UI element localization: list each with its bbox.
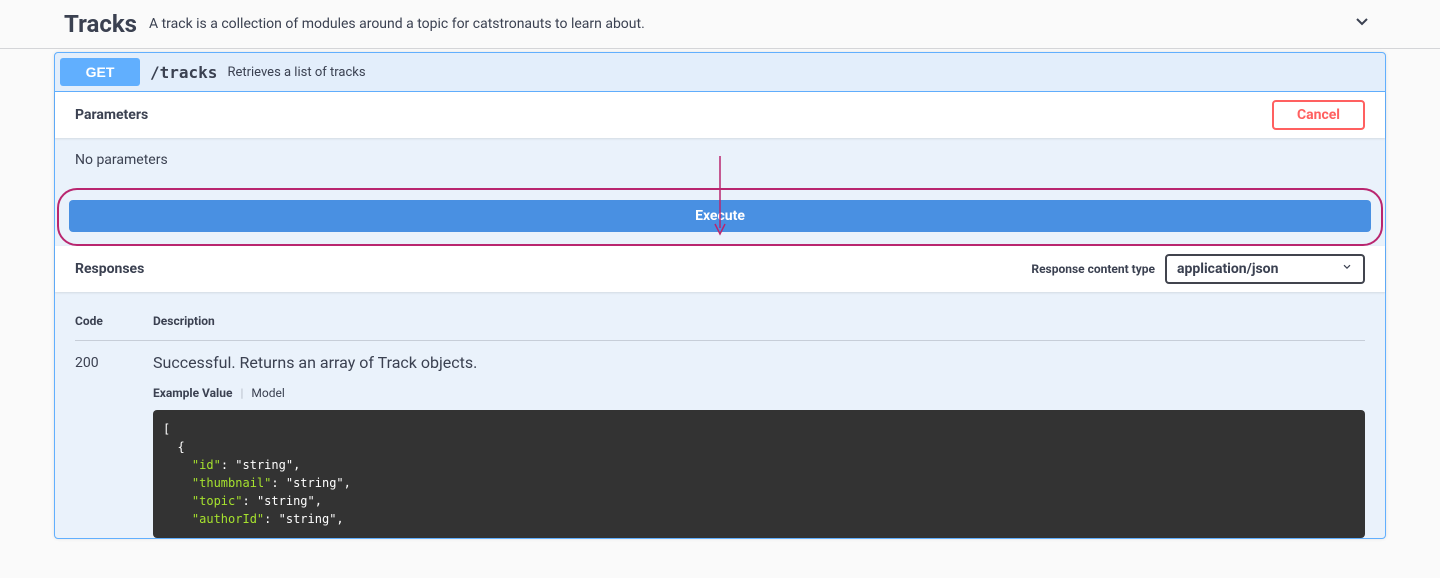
operation-summary: Retrieves a list of tracks xyxy=(227,65,365,80)
parameters-header: Parameters Cancel xyxy=(55,92,1385,138)
responses-table: Code Description 200 Successful. Returns… xyxy=(55,292,1385,538)
content-type-label: Response content type xyxy=(1031,262,1155,276)
no-parameters-text: No parameters xyxy=(55,138,1385,188)
content-type-value: application/json xyxy=(1177,261,1278,277)
chevron-down-icon xyxy=(1341,261,1353,277)
cancel-button[interactable]: Cancel xyxy=(1272,100,1365,130)
http-method-badge: GET xyxy=(60,58,140,86)
tag-header[interactable]: Tracks A track is a collection of module… xyxy=(0,0,1440,49)
parameters-title: Parameters xyxy=(75,107,148,123)
content-type-select[interactable]: application/json xyxy=(1165,254,1365,284)
column-code: Code xyxy=(75,314,153,328)
column-description: Description xyxy=(153,314,1365,328)
tab-separator: | xyxy=(240,386,243,400)
operation-path: /tracks xyxy=(150,63,217,82)
tag-name: Tracks xyxy=(64,10,137,38)
execute-button[interactable]: Execute xyxy=(69,200,1371,232)
execute-wrapper: Execute xyxy=(57,188,1383,246)
responses-title: Responses xyxy=(75,261,144,277)
response-code: 200 xyxy=(75,351,153,538)
response-row: 200 Successful. Returns an array of Trac… xyxy=(75,341,1365,538)
operation-summary-row[interactable]: GET /tracks Retrieves a list of tracks xyxy=(55,53,1385,92)
operation-block: GET /tracks Retrieves a list of tracks P… xyxy=(54,52,1386,539)
responses-header: Responses Response content type applicat… xyxy=(55,246,1385,292)
tab-model[interactable]: Model xyxy=(251,386,284,400)
chevron-down-icon xyxy=(1352,12,1372,36)
example-code-block: [ { "id": "string", "thumbnail": "string… xyxy=(153,410,1365,538)
tag-description: A track is a collection of modules aroun… xyxy=(149,16,645,32)
responses-table-header: Code Description xyxy=(75,302,1365,341)
parameters-section: Parameters Cancel No parameters Execute xyxy=(55,92,1385,246)
example-tabs: Example Value | Model xyxy=(153,386,1365,400)
response-description: Successful. Returns an array of Track ob… xyxy=(153,351,1365,372)
tab-example-value[interactable]: Example Value xyxy=(153,386,232,400)
